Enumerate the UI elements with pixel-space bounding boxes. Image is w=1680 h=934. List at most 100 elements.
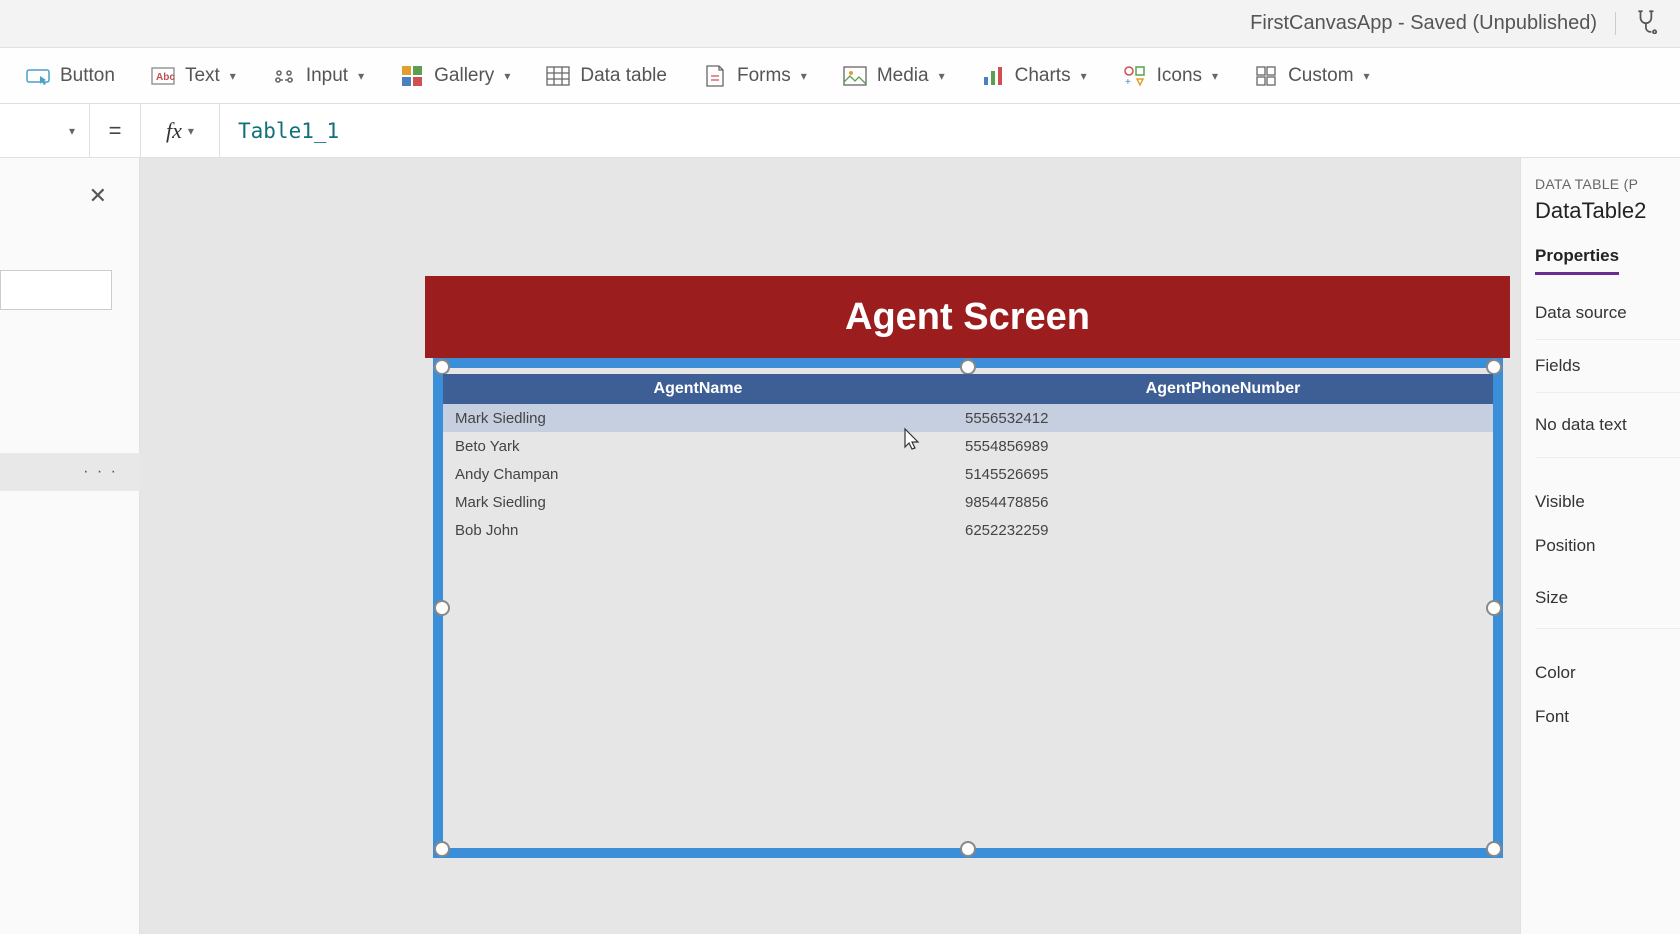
table-row[interactable]: Andy Champan5145526695 — [443, 460, 1493, 488]
prop-position[interactable]: Position — [1535, 524, 1680, 568]
media-icon — [843, 64, 867, 88]
insert-custom[interactable]: Custom ▾ — [1236, 56, 1388, 96]
resize-handle-b[interactable] — [960, 841, 976, 857]
formula-input[interactable] — [220, 104, 1680, 157]
ribbon-label: Forms — [737, 65, 791, 87]
equals-sign: = — [90, 118, 140, 144]
table-row[interactable]: Mark Siedling5556532412 — [443, 404, 1493, 432]
property-selector[interactable]: ▾ — [0, 104, 90, 157]
resize-handle-r[interactable] — [1486, 600, 1502, 616]
ribbon-label: Input — [306, 65, 348, 87]
cell-agentname: Beto Yark — [451, 438, 961, 455]
button-icon — [26, 64, 50, 88]
chevron-down-icon: ▾ — [801, 69, 807, 83]
ribbon-label: Media — [877, 65, 929, 87]
app-title: FirstCanvasApp - Saved (Unpublished) — [1250, 12, 1616, 35]
ribbon-label: Charts — [1015, 65, 1071, 87]
svg-text:+: + — [1125, 77, 1131, 87]
cell-agentphone: 9854478856 — [961, 494, 1485, 511]
datatable-icon — [546, 64, 570, 88]
resize-handle-bl[interactable] — [434, 841, 450, 857]
cell-agentname: Mark Siedling — [451, 494, 961, 511]
column-header-agentname[interactable]: AgentName — [443, 380, 953, 398]
diagnostics-icon[interactable] — [1634, 8, 1660, 39]
cell-agentphone: 5556532412 — [961, 410, 1485, 427]
cell-agentname: Andy Champan — [451, 466, 961, 483]
ribbon-label: Icons — [1157, 65, 1202, 87]
ribbon-label: Button — [60, 65, 115, 87]
prop-size[interactable]: Size — [1535, 568, 1680, 629]
insert-media[interactable]: Media ▾ — [825, 56, 963, 96]
cell-agentphone: 5554856989 — [961, 438, 1485, 455]
resize-handle-tl[interactable] — [434, 359, 450, 375]
text-icon: Abc — [151, 64, 175, 88]
title-bar: FirstCanvasApp - Saved (Unpublished) — [0, 0, 1680, 48]
ribbon-label: Custom — [1288, 65, 1353, 87]
insert-forms[interactable]: Forms ▾ — [685, 56, 825, 96]
insert-input[interactable]: Input ▾ — [254, 56, 382, 96]
prop-no-data-text[interactable]: No data text — [1535, 393, 1680, 458]
canvas[interactable]: Agent Screen AgentName AgentPhoneNumber … — [140, 158, 1520, 934]
ribbon-label: Text — [185, 65, 220, 87]
resize-handle-l[interactable] — [434, 600, 450, 616]
resize-handle-t[interactable] — [960, 359, 976, 375]
table-row[interactable]: Beto Yark5554856989 — [443, 432, 1493, 460]
chevron-down-icon: ▾ — [358, 69, 364, 83]
chevron-down-icon: ▾ — [1364, 69, 1370, 83]
data-table[interactable]: AgentName AgentPhoneNumber Mark Siedling… — [443, 374, 1493, 544]
control-name[interactable]: DataTable2 — [1535, 198, 1680, 224]
prop-data-source[interactable]: Data source — [1535, 287, 1680, 340]
prop-color[interactable]: Color — [1535, 651, 1680, 695]
main-area: ✕ · · · Agent Screen AgentName AgentPhon… — [0, 158, 1680, 934]
prop-font[interactable]: Font — [1535, 695, 1680, 739]
charts-icon — [981, 64, 1005, 88]
tab-properties[interactable]: Properties — [1535, 246, 1619, 275]
properties-panel: DATA TABLE (P DataTable2 Properties Data… — [1520, 158, 1680, 934]
table-row[interactable]: Bob John6252232259 — [443, 516, 1493, 544]
close-icon[interactable]: ✕ — [89, 183, 107, 209]
svg-text:Abc: Abc — [156, 72, 175, 83]
prop-visible[interactable]: Visible — [1535, 480, 1680, 524]
table-header-row: AgentName AgentPhoneNumber — [443, 374, 1493, 404]
fx-button[interactable]: fx ▾ — [140, 104, 220, 157]
insert-text[interactable]: Abc Text ▾ — [133, 56, 254, 96]
formula-bar: ▾ = fx ▾ — [0, 104, 1680, 158]
chevron-down-icon: ▾ — [230, 69, 236, 83]
resize-handle-br[interactable] — [1486, 841, 1502, 857]
control-type-label: DATA TABLE (P — [1535, 176, 1680, 192]
gallery-icon — [400, 64, 424, 88]
ribbon-label: Data table — [580, 65, 667, 87]
app-screen: Agent Screen — [425, 276, 1510, 358]
custom-icon — [1254, 64, 1278, 88]
chevron-down-icon: ▾ — [69, 124, 75, 138]
chevron-down-icon: ▾ — [1081, 69, 1087, 83]
insert-ribbon: Button Abc Text ▾ Input ▾ Gallery ▾ Data… — [0, 48, 1680, 104]
cell-agentname: Mark Siedling — [451, 410, 961, 427]
column-header-agentphone[interactable]: AgentPhoneNumber — [953, 380, 1493, 398]
ellipsis-icon[interactable]: · · · — [83, 463, 118, 481]
table-row[interactable]: Mark Siedling9854478856 — [443, 488, 1493, 516]
tree-item-selected[interactable]: · · · — [0, 453, 140, 491]
left-panel: ✕ · · · — [0, 158, 140, 934]
fx-label: fx — [166, 118, 182, 144]
left-search-input[interactable] — [0, 270, 112, 310]
ribbon-label: Gallery — [434, 65, 494, 87]
insert-datatable[interactable]: Data table — [528, 56, 685, 96]
chevron-down-icon: ▾ — [1212, 69, 1218, 83]
chevron-down-icon: ▾ — [504, 69, 510, 83]
insert-icons[interactable]: + Icons ▾ — [1105, 56, 1236, 96]
insert-gallery[interactable]: Gallery ▾ — [382, 56, 528, 96]
input-icon — [272, 64, 296, 88]
chevron-down-icon: ▾ — [939, 69, 945, 83]
cell-agentname: Bob John — [451, 522, 961, 539]
screen-title: Agent Screen — [425, 276, 1510, 358]
prop-fields[interactable]: Fields — [1535, 340, 1680, 393]
resize-handle-tr[interactable] — [1486, 359, 1502, 375]
icons-icon: + — [1123, 64, 1147, 88]
insert-button[interactable]: Button — [8, 56, 133, 96]
insert-charts[interactable]: Charts ▾ — [963, 56, 1105, 96]
cell-agentphone: 6252232259 — [961, 522, 1485, 539]
chevron-down-icon: ▾ — [188, 124, 194, 138]
forms-icon — [703, 64, 727, 88]
cell-agentphone: 5145526695 — [961, 466, 1485, 483]
